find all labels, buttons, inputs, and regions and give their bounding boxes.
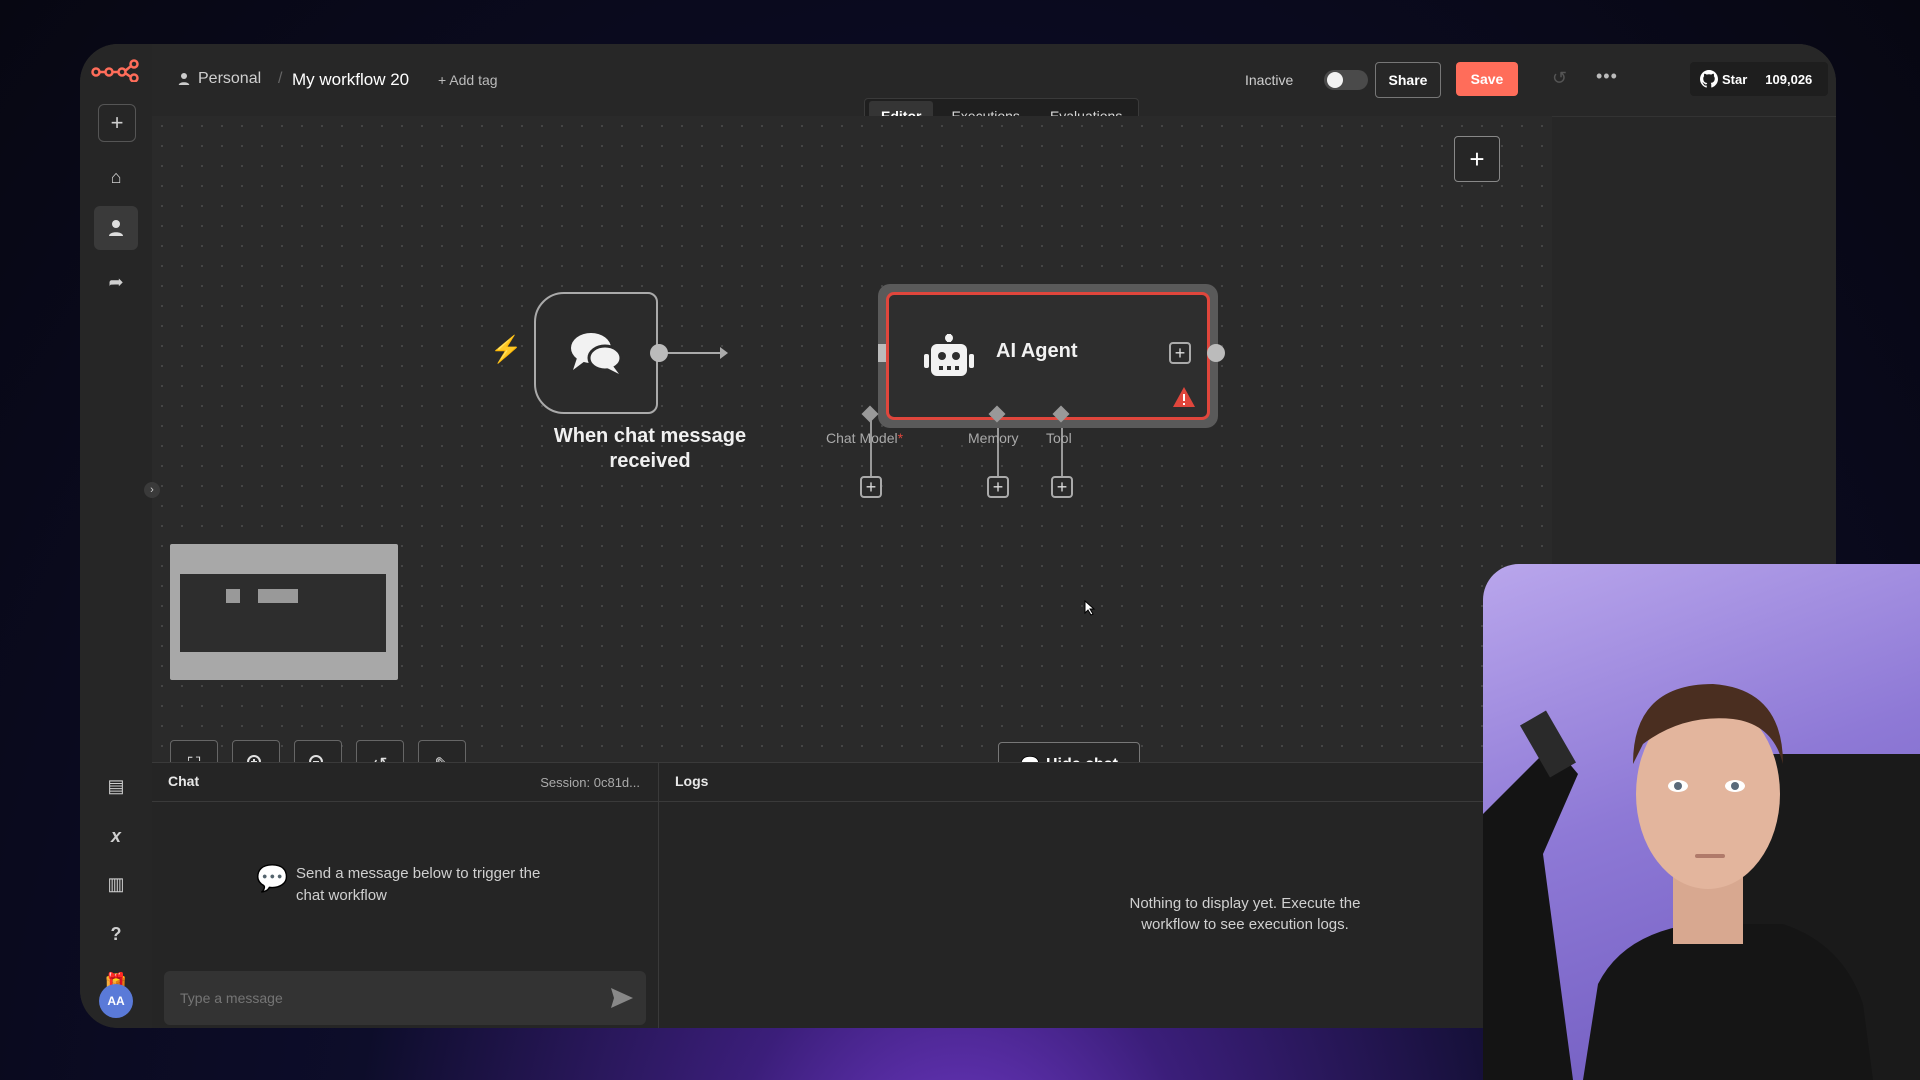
- activate-toggle[interactable]: [1324, 70, 1368, 90]
- plus-icon: +: [1469, 143, 1485, 174]
- message-input-box: [164, 971, 646, 1025]
- add-memory-button[interactable]: +: [987, 476, 1009, 498]
- breadcrumb-separator: /: [278, 70, 283, 87]
- templates-button[interactable]: ▤: [98, 768, 134, 804]
- github-star-count: 109,026: [1765, 71, 1813, 87]
- trigger-bolt-icon: ⚡: [490, 334, 523, 364]
- insights-icon: ▥: [107, 873, 125, 894]
- personal-button[interactable]: [94, 206, 138, 250]
- more-options-icon[interactable]: •••: [1596, 66, 1618, 87]
- presenter-video: [1483, 684, 1920, 1080]
- undo-icon[interactable]: ↺: [1552, 68, 1567, 89]
- home-button[interactable]: ⌂: [98, 159, 134, 195]
- chat-bubbles-icon: [571, 333, 623, 374]
- logs-empty-message: Nothing to display yet. Execute the work…: [1129, 895, 1361, 933]
- trigger-output-handle[interactable]: [650, 344, 668, 362]
- message-input[interactable]: [164, 971, 584, 1025]
- logo-icon[interactable]: [90, 58, 142, 83]
- chat-section: Chat Session: 0c81d... 💬 Send a message …: [152, 763, 659, 1028]
- add-next-node-button[interactable]: +: [1169, 342, 1191, 364]
- chat-model-label: Chat Model*: [826, 430, 904, 446]
- share-arrow-icon: ➦: [108, 271, 124, 292]
- agent-input-handle[interactable]: [878, 344, 886, 362]
- mouse-cursor: [1084, 600, 1096, 616]
- warning-icon[interactable]: [1172, 386, 1196, 408]
- chat-trigger-node[interactable]: [534, 292, 658, 414]
- logs-title: Logs: [675, 773, 709, 789]
- robot-icon: [924, 334, 974, 376]
- variables-button[interactable]: x: [98, 818, 134, 854]
- chat-empty-message: Send a message below to trigger the chat…: [296, 865, 541, 904]
- workflow-name[interactable]: My workflow 20: [292, 70, 409, 90]
- chat-bubble-icon: 💬: [256, 863, 289, 893]
- memory-label: Memory: [968, 430, 1019, 446]
- github-star-button[interactable]: Star 109,026: [1690, 62, 1828, 96]
- ai-agent-label: AI Agent: [996, 340, 1078, 362]
- chat-logs-panel: Chat Session: 0c81d... 💬 Send a message …: [152, 762, 1552, 1028]
- plus-icon: +: [110, 110, 124, 135]
- home-icon: ⌂: [110, 166, 122, 187]
- webcam-overlay: [1483, 564, 1920, 1080]
- collapse-sidebar-button[interactable]: ›: [144, 482, 160, 498]
- minimap[interactable]: [170, 544, 398, 680]
- person-icon: [178, 72, 190, 91]
- avatar[interactable]: AA: [99, 984, 133, 1018]
- share-button[interactable]: Share: [1375, 62, 1441, 98]
- status-label: Inactive: [1245, 72, 1294, 88]
- add-node-button[interactable]: +: [1454, 136, 1500, 182]
- save-button[interactable]: Save: [1456, 62, 1518, 96]
- sidebar: + ⌂ ➦ ▤ x ▥ ? 🎁 AA: [80, 44, 153, 1028]
- help-button[interactable]: ?: [98, 916, 134, 952]
- workflow-canvas[interactable]: ⚡ When chat message received AI Agent + …: [144, 116, 1552, 788]
- shared-button[interactable]: ➦: [98, 264, 134, 300]
- chat-title: Chat: [168, 773, 200, 789]
- breadcrumb-project[interactable]: Personal: [198, 70, 261, 88]
- send-icon[interactable]: [610, 987, 634, 1009]
- insights-button[interactable]: ▥: [98, 866, 134, 902]
- add-button[interactable]: +: [98, 104, 136, 142]
- github-icon: [1700, 70, 1718, 88]
- variables-icon: x: [110, 825, 121, 846]
- session-id[interactable]: Session: 0c81d...: [540, 775, 640, 790]
- person-icon: [109, 220, 123, 236]
- trigger-node-label: When chat message received: [553, 425, 747, 472]
- add-tag-link[interactable]: + Add tag: [438, 72, 498, 88]
- chevron-right-icon: ›: [150, 484, 154, 496]
- logs-section: Logs Nothing to display yet. Execute the…: [659, 763, 1552, 1028]
- templates-icon: ▤: [107, 775, 125, 796]
- agent-output-handle[interactable]: [1207, 344, 1225, 362]
- add-chat-model-button[interactable]: +: [860, 476, 882, 498]
- add-tool-button[interactable]: +: [1051, 476, 1073, 498]
- help-icon: ?: [110, 923, 122, 944]
- github-star-label: Star: [1722, 71, 1748, 87]
- tool-label: Tool: [1046, 430, 1072, 446]
